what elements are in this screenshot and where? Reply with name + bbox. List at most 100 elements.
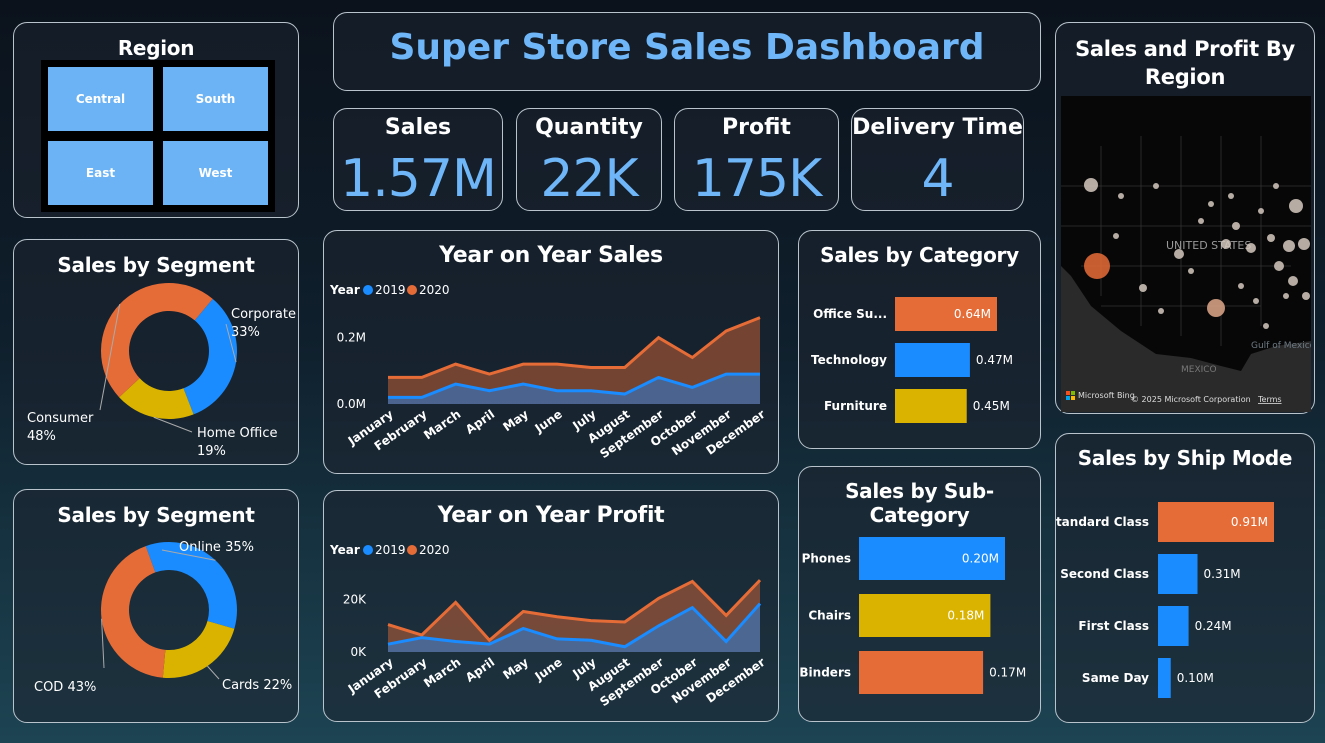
- y-tick-label: 20K: [343, 593, 367, 607]
- bubble-large[interactable]: [1084, 253, 1110, 279]
- bubble[interactable]: [1258, 208, 1264, 214]
- leader-line: [153, 416, 193, 433]
- bubble[interactable]: [1139, 284, 1147, 292]
- bubble[interactable]: [1228, 193, 1234, 199]
- bubble[interactable]: [1298, 238, 1310, 250]
- bubble[interactable]: [1274, 261, 1284, 271]
- map-card: Sales and Profit By Region UNITED STATES…: [1055, 22, 1315, 414]
- region-button-east[interactable]: East: [45, 138, 156, 208]
- bubble[interactable]: [1232, 222, 1240, 230]
- kpi-value: 1.57M: [340, 149, 497, 209]
- bubble[interactable]: [1221, 239, 1231, 249]
- bar-value-label: 0.31M: [1204, 567, 1241, 581]
- mexico-label: MEXICO: [1181, 365, 1217, 375]
- legend-label[interactable]: 2020: [419, 283, 450, 297]
- bar-value-label: 0.64M: [954, 307, 991, 321]
- bubble[interactable]: [1238, 283, 1244, 289]
- legend-label[interactable]: 2019: [375, 283, 406, 297]
- slice-label: Home Office: [197, 426, 277, 441]
- bubble[interactable]: [1208, 201, 1214, 207]
- region-button-central[interactable]: Central: [45, 64, 156, 134]
- x-tick-label: May: [500, 407, 531, 434]
- bubble[interactable]: [1283, 240, 1295, 252]
- bubble[interactable]: [1267, 234, 1275, 242]
- bar-category-label: Office Su...: [813, 307, 887, 321]
- donut-slice-online[interactable]: [145, 542, 237, 629]
- legend-title: Year: [329, 543, 360, 557]
- segment-donut-card: Sales by Segment Corporate 33% Home Office…: [13, 239, 299, 465]
- bar-category-label: Standard Class: [1056, 515, 1149, 529]
- y-tick-label: 0.0M: [337, 397, 366, 411]
- bar-category-label: First Class: [1078, 619, 1149, 633]
- leader-line: [207, 665, 220, 680]
- bubble[interactable]: [1118, 193, 1124, 199]
- kpi-label: Sales: [384, 115, 452, 140]
- slice-label: Consumer: [27, 411, 94, 426]
- slice-percent: 33%: [231, 325, 260, 340]
- map-brand: Microsoft Bing: [1078, 391, 1135, 400]
- yoy-profit-svg: Year 2019 20200K20KJanuaryFebruaryMarch Apr…: [329, 543, 768, 709]
- bar-value-label: 0.18M: [947, 609, 984, 623]
- map-title: Sales and Profit By Region: [1075, 37, 1295, 89]
- x-tick-label: June: [532, 407, 565, 436]
- bar-value-label: 0.10M: [1177, 671, 1214, 685]
- bubble[interactable]: [1207, 299, 1225, 317]
- x-tick-label: June: [532, 655, 565, 684]
- bubble[interactable]: [1288, 276, 1298, 286]
- bar-value-label: 0.20M: [962, 552, 999, 566]
- bar-category-label: Same Day: [1082, 671, 1149, 685]
- bar-value-label: 0.17M: [989, 666, 1026, 680]
- kpi-value: 22K: [540, 149, 638, 209]
- bar[interactable]: [1158, 554, 1198, 594]
- region-slicer-card: Region Central South East West: [13, 22, 299, 218]
- bubble[interactable]: [1174, 249, 1184, 259]
- gulf-label: Gulf of Mexico: [1251, 341, 1311, 351]
- bubble[interactable]: [1283, 293, 1289, 299]
- region-button-south[interactable]: South: [160, 64, 271, 134]
- legend-label[interactable]: 2019: [375, 543, 406, 557]
- bubble[interactable]: [1246, 243, 1256, 253]
- kpi-card-profit: Profit 175K: [674, 108, 839, 211]
- subcategory-card: Sales by Sub-Category Phones 0.20M Chairs 0…: [798, 466, 1041, 722]
- bar[interactable]: [1158, 658, 1171, 698]
- bubble[interactable]: [1198, 218, 1204, 224]
- category-card: Sales by Category Office Su... 0.64M Techn…: [798, 230, 1041, 449]
- bubble[interactable]: [1263, 323, 1269, 329]
- slice-percent: 48%: [27, 429, 56, 444]
- donut-slice-cards[interactable]: [162, 621, 235, 678]
- bubble[interactable]: [1153, 183, 1159, 189]
- bar-category-label: Technology: [811, 353, 887, 367]
- bubble[interactable]: [1273, 183, 1279, 189]
- legend-title: Year: [329, 283, 360, 297]
- region-button-west[interactable]: West: [160, 138, 271, 208]
- x-tick-label: May: [500, 655, 531, 682]
- bubble[interactable]: [1084, 178, 1098, 192]
- bubble[interactable]: [1113, 233, 1119, 239]
- legend-label[interactable]: 2020: [419, 543, 450, 557]
- bar[interactable]: [895, 389, 967, 423]
- legend-marker: [407, 285, 417, 295]
- category-svg: Office Su... 0.64M Technology 0.47M Furnitur…: [811, 297, 1013, 423]
- map-terms-link[interactable]: Terms: [1257, 395, 1282, 404]
- legend-marker: [407, 545, 417, 555]
- bar[interactable]: [859, 651, 984, 694]
- x-tick-label: April: [463, 655, 497, 685]
- bar[interactable]: [895, 343, 970, 377]
- bubble[interactable]: [1188, 268, 1194, 274]
- bar-category-label: Binders: [799, 666, 851, 680]
- bubble[interactable]: [1289, 199, 1303, 213]
- payment-donut-card: Sales by Segment Online 35% Cards 22% COD …: [13, 489, 299, 723]
- bar-category-label: Furniture: [824, 399, 887, 413]
- map-canvas[interactable]: UNITED STATES Gulf of Mexico MEXICO Micr…: [1061, 96, 1311, 412]
- bubble[interactable]: [1158, 308, 1164, 314]
- region-button-grid: Central South East West: [41, 60, 275, 212]
- slice-percent: 19%: [197, 444, 226, 459]
- bubble[interactable]: [1302, 292, 1310, 300]
- bar[interactable]: [1158, 606, 1189, 646]
- bubble[interactable]: [1253, 298, 1259, 304]
- bar-category-label: Second Class: [1060, 567, 1149, 581]
- map-svg: UNITED STATES Gulf of Mexico MEXICO Micr…: [1061, 96, 1311, 412]
- donut-slice-consumer[interactable]: [100, 282, 213, 398]
- bar-value-label: 0.24M: [1195, 619, 1232, 633]
- bar-value-label: 0.91M: [1231, 515, 1268, 529]
